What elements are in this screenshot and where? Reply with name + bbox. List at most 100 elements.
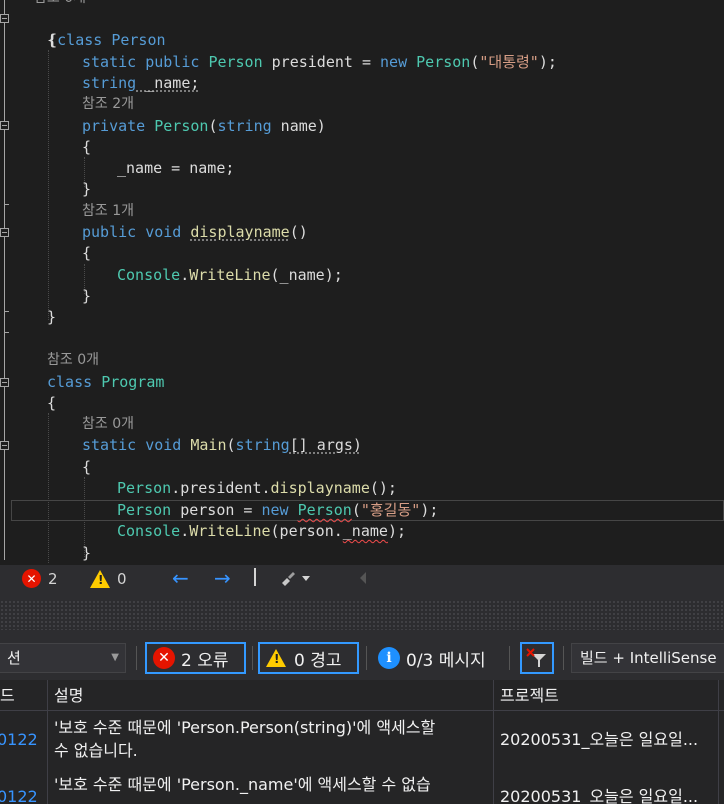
code-lens-references[interactable]: 참조 0개 (34, 0, 86, 9)
scroll-left-arrow-icon[interactable] (358, 571, 368, 585)
panel-splitter[interactable] (0, 592, 724, 600)
punct: ); (538, 53, 557, 71)
code-line[interactable]: { (47, 393, 56, 414)
code-line[interactable]: Console.WriteLine(person._name); (117, 521, 406, 542)
code-cleanup-brush-icon[interactable] (280, 570, 310, 586)
collapse-ctor-icon[interactable] (0, 121, 9, 130)
column-header-description[interactable]: 설명 (48, 680, 83, 711)
separator (254, 568, 256, 586)
code-line[interactable]: _name = name; (117, 158, 234, 179)
method-name: WriteLine (189, 522, 271, 540)
code-lens-references[interactable]: 참조 2개 (82, 94, 134, 115)
error-code-link[interactable]: 0122 (0, 728, 38, 751)
warning-count: 0 (117, 570, 127, 588)
string-literal: "대통령" (479, 53, 539, 71)
punct: ( (351, 501, 361, 519)
column-header-code[interactable]: 드 (0, 680, 15, 711)
separator (366, 646, 367, 670)
code-line[interactable]: } (47, 307, 56, 328)
punct: (_name); (270, 266, 343, 284)
separator (252, 646, 253, 670)
type-name: Person (154, 117, 209, 135)
warnings-filter-button[interactable]: 0 경고 (258, 642, 359, 674)
keyword: new (261, 501, 298, 519)
scope-dropdown[interactable]: 션 ▼ (0, 643, 126, 673)
collapse-displayname-icon[interactable] (0, 228, 9, 237)
method-name: Main (190, 436, 227, 454)
keyword: private (82, 117, 155, 135)
keyword: new (380, 53, 417, 71)
code-line[interactable]: Console.WriteLine(_name); (117, 265, 343, 286)
column-header-project[interactable]: 프로젝트 (494, 680, 559, 711)
brace: { (82, 244, 92, 262)
punct: . (180, 266, 190, 284)
collapse-class-person-icon[interactable] (0, 14, 9, 23)
code-line[interactable]: string _name; (82, 73, 199, 94)
error-code-link[interactable]: 0122 (0, 785, 38, 804)
identifier: (person. (270, 522, 343, 540)
errors-filter-button[interactable]: ✕ 2 오류 (145, 642, 246, 674)
punct: . (171, 479, 181, 497)
code-line[interactable]: { (82, 457, 91, 478)
code-line[interactable]: { (47, 30, 56, 51)
error-count-indicator[interactable]: ✕ 2 (22, 569, 58, 588)
code-line[interactable]: { (82, 243, 91, 264)
brace: } (47, 308, 57, 326)
code-line[interactable]: { (82, 137, 91, 158)
collapse-main-icon[interactable] (0, 441, 9, 450)
type-name: Person (416, 53, 471, 71)
statement: _name = name; (117, 159, 235, 177)
table-row[interactable]: 0122 '보호 수준 때문에 'Person._name'에 액세스할 수 없… (0, 773, 724, 804)
previous-issue-arrow-icon[interactable]: ← (172, 566, 189, 590)
type-name: Program (101, 373, 165, 391)
identifier: _name; (136, 74, 200, 92)
code-line[interactable]: Person.president.displayname(); (117, 478, 397, 499)
warning-count-indicator[interactable]: 0 (90, 570, 127, 588)
messages-filter-button[interactable]: i 0/3 메시지 (370, 642, 500, 674)
error-squiggle[interactable]: _name (343, 522, 388, 540)
code-line[interactable]: Person person = new Person("홍길동"); (117, 500, 438, 521)
table-row[interactable]: 0122 '보호 수준 때문에 'Person.Person(string)'에… (0, 716, 724, 768)
code-lens-references[interactable]: 참조 0개 (82, 414, 134, 435)
error-icon: ✕ (22, 569, 41, 588)
type-name: Console (117, 266, 181, 284)
indent-guide (48, 413, 49, 563)
code-line[interactable]: } (82, 286, 91, 307)
punct: ); (420, 501, 439, 519)
identifier: president (180, 479, 262, 497)
code-line[interactable]: public void displayname() (82, 222, 308, 243)
method-name: displayname (190, 223, 290, 241)
next-issue-arrow-icon[interactable]: → (214, 566, 231, 590)
code-line[interactable]: } (82, 179, 91, 200)
brace: } (82, 287, 92, 305)
keyword: string (82, 74, 137, 92)
code-line[interactable]: {class Person (12, 9, 165, 49)
warning-icon (90, 570, 110, 588)
error-squiggle[interactable]: Person (298, 501, 352, 519)
tool-window-title-bar[interactable] (0, 600, 724, 630)
scope-dropdown-value: 션 (7, 649, 21, 667)
code-line[interactable]: } (82, 543, 91, 564)
punct: ); (387, 522, 406, 540)
punct: . (261, 479, 271, 497)
code-line[interactable]: private Person(string name) (82, 116, 326, 137)
fold-end (4, 311, 9, 312)
keyword: public void (82, 223, 191, 241)
error-list-table: 드 설명 프로젝트 0122 '보호 수준 때문에 'Person.Person… (0, 680, 724, 804)
build-source-dropdown[interactable]: 빌드 + IntelliSense (571, 643, 724, 673)
collapse-class-program-icon[interactable] (0, 378, 9, 387)
code-lens-references[interactable]: 참조 1개 (82, 201, 134, 222)
error-count: 2 (48, 569, 58, 588)
code-line[interactable]: static public Person president = new Per… (82, 52, 557, 73)
error-project: 20200531_오늘은 일요일... (500, 787, 699, 804)
code-editor[interactable]: 참조 0개 {class Person { static public Pers… (0, 0, 724, 565)
code-line[interactable]: static void Main(string[] args) (82, 435, 362, 456)
keyword: class Person (57, 31, 166, 49)
editor-status-bar: ✕ 2 0 ← → (0, 565, 724, 592)
code-line[interactable]: class Program (47, 372, 164, 393)
code-lens-references[interactable]: 참조 0개 (47, 350, 99, 371)
filter-current-document-button[interactable] (520, 642, 554, 674)
filter-icon (526, 648, 546, 667)
error-icon: ✕ (153, 647, 175, 669)
indent-guide (48, 50, 49, 320)
